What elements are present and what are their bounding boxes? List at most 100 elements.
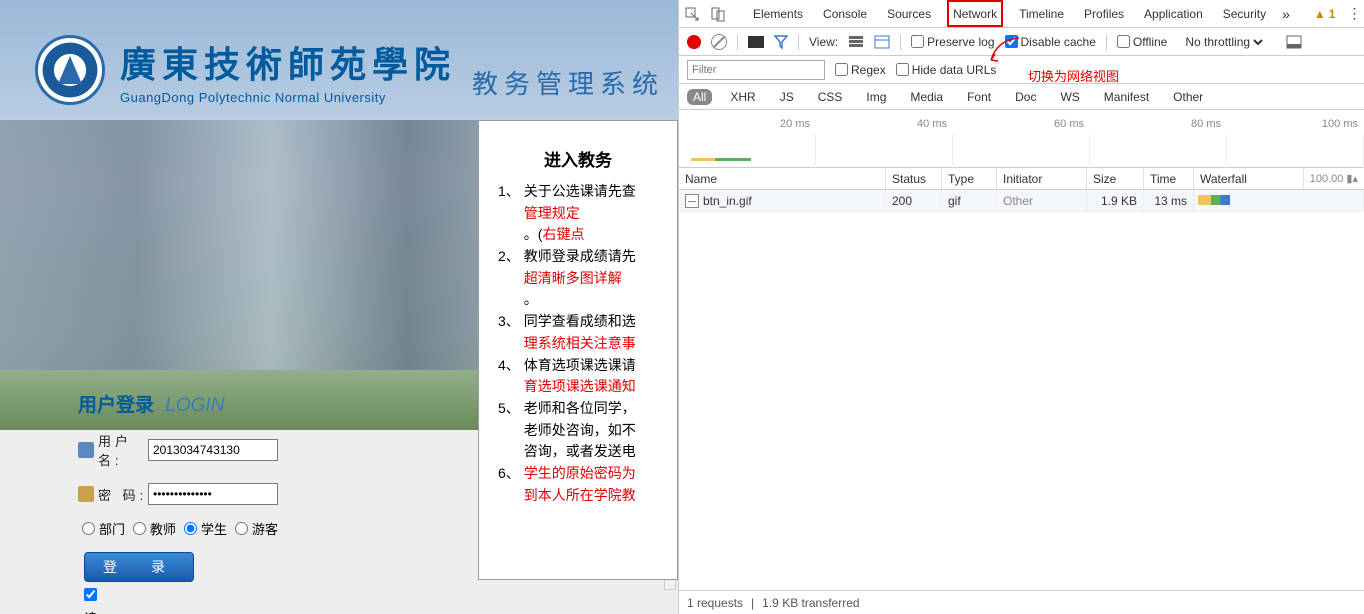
tab-elements[interactable]: Elements: [749, 0, 807, 27]
record-icon[interactable]: [687, 35, 701, 49]
password-label: 密 码:: [98, 485, 148, 504]
device-icon[interactable]: [711, 6, 725, 22]
col-waterfall[interactable]: Waterfall: [1194, 168, 1304, 189]
agree-checkbox[interactable]: [84, 588, 97, 601]
login-title-cn: 用户登录: [78, 395, 154, 416]
role-label: 部门: [99, 519, 125, 538]
hide-urls-checkbox[interactable]: [896, 63, 909, 76]
tab-sources[interactable]: Sources: [883, 0, 935, 27]
type-xhr[interactable]: XHR: [724, 89, 761, 105]
devtools-panel: Elements Console Sources Network Timelin…: [678, 0, 1364, 614]
timeline-bar: [691, 158, 751, 161]
role-radio-student[interactable]: [184, 522, 197, 535]
clear-icon[interactable]: [711, 34, 727, 50]
type-manifest[interactable]: Manifest: [1098, 89, 1155, 105]
col-type[interactable]: Type: [942, 168, 997, 189]
type-doc[interactable]: Doc: [1009, 89, 1042, 105]
type-img[interactable]: Img: [860, 89, 892, 105]
tabs-overflow-icon[interactable]: »: [1282, 6, 1290, 22]
filter-input[interactable]: [687, 60, 825, 80]
overview-icon[interactable]: [874, 34, 890, 50]
tab-console[interactable]: Console: [819, 0, 871, 27]
row-status: 200: [886, 190, 942, 211]
regex-label: Regex: [851, 63, 886, 77]
inspect-icon[interactable]: [685, 6, 699, 22]
role-radio-teacher[interactable]: [133, 522, 146, 535]
status-bar: 1 requests | 1.9 KB transferred: [679, 590, 1364, 614]
tab-profiles[interactable]: Profiles: [1080, 0, 1128, 27]
role-radio-guest[interactable]: [235, 522, 248, 535]
type-ws[interactable]: WS: [1054, 89, 1085, 105]
key-icon: [78, 486, 94, 502]
tab-network[interactable]: Network: [947, 0, 1003, 27]
role-label: 游客: [252, 519, 278, 538]
file-icon: [685, 194, 699, 208]
col-status[interactable]: Status: [886, 168, 942, 189]
devtools-tab-bar: Elements Console Sources Network Timelin…: [679, 0, 1364, 28]
type-media[interactable]: Media: [904, 89, 949, 105]
notice-item: 4、体育选项课选课请育选项课选课通知: [498, 355, 662, 398]
notice-item: 5、老师和各位同学，老师处咨询，如不咨询，或者发送电: [498, 398, 662, 463]
offline-checkbox[interactable]: [1117, 35, 1130, 48]
warning-badge[interactable]: ▲1: [1314, 7, 1336, 21]
notice-list: 1、关于公选课请先查管理规定。(右键点2、教师登录成绩请先超清晰多图详解。3、同…: [494, 181, 662, 506]
login-button[interactable]: 登 录: [84, 552, 194, 582]
notice-item: 3、同学查看成绩和选理系统相关注意事: [498, 311, 662, 354]
password-input[interactable]: [148, 483, 278, 505]
timeline-tick: 40 ms: [816, 118, 953, 167]
row-name: btn_in.gif: [703, 194, 752, 208]
university-badge-icon: [35, 35, 105, 105]
view-label: View:: [809, 35, 838, 49]
status-transferred: 1.9 KB transferred: [762, 596, 859, 610]
role-radio-dept[interactable]: [82, 522, 95, 535]
throttling-select[interactable]: No throttling: [1181, 34, 1266, 50]
tab-security[interactable]: Security: [1219, 0, 1270, 27]
col-size[interactable]: Size: [1087, 168, 1144, 189]
system-title: 教务管理系统: [472, 64, 664, 101]
waterfall-bar: [1198, 195, 1230, 205]
annotation-text: 切换为网络视图: [1028, 66, 1119, 85]
row-type: gif: [942, 190, 997, 211]
warning-count: 1: [1329, 7, 1336, 21]
timeline-overview[interactable]: 20 ms 40 ms 60 ms 80 ms 100 ms: [679, 110, 1364, 168]
type-other[interactable]: Other: [1167, 89, 1209, 105]
tab-application[interactable]: Application: [1140, 0, 1207, 27]
filter-bar: Regex Hide data URLs: [679, 56, 1364, 84]
preserve-log-label: Preserve log: [927, 35, 994, 49]
col-name[interactable]: Name: [679, 168, 886, 189]
col-initiator[interactable]: Initiator: [997, 168, 1087, 189]
large-rows-icon[interactable]: [848, 34, 864, 50]
tab-timeline[interactable]: Timeline: [1015, 0, 1068, 27]
table-row[interactable]: btn_in.gif 200 gif Other 1.9 KB 13 ms: [679, 190, 1364, 212]
row-waterfall: [1194, 190, 1364, 211]
login-panel: 用户登录 LOGIN 用户名: 密 码: 部门 教师 学生 游客 登 录 读: [78, 390, 378, 614]
filter-icon[interactable]: [774, 35, 788, 49]
disable-cache-checkbox[interactable]: [1005, 35, 1018, 48]
notice-item: 6、学生的原始密码为到本人所在学院教: [498, 463, 662, 506]
timeline-tick: 60 ms: [953, 118, 1090, 167]
col-time[interactable]: Time: [1144, 168, 1194, 189]
type-font[interactable]: Font: [961, 89, 997, 105]
notice-item: 2、教师登录成绩请先超清晰多图详解。: [498, 246, 662, 311]
type-all[interactable]: All: [687, 89, 712, 105]
university-name-en: GuangDong Polytechnic Normal University: [120, 90, 456, 105]
type-css[interactable]: CSS: [812, 89, 849, 105]
notice-heading: 进入教务: [494, 146, 662, 171]
role-label: 学生: [201, 519, 227, 538]
username-input[interactable]: [148, 439, 278, 461]
table-header: Name Status Type Initiator Size Time Wat…: [679, 168, 1364, 190]
user-icon: [78, 442, 94, 458]
username-label: 用户名:: [98, 431, 148, 469]
notice-panel: 进入教务 1、关于公选课请先查管理规定。(右键点2、教师登录成绩请先超清晰多图详…: [478, 120, 678, 580]
university-logo-area: 廣東技術師苑學院 GuangDong Polytechnic Normal Un…: [35, 35, 456, 105]
more-icon[interactable]: ⋮: [1347, 5, 1361, 22]
timeline-tick: 80 ms: [1090, 118, 1227, 167]
regex-checkbox[interactable]: [835, 63, 848, 76]
screenshot-icon[interactable]: [748, 36, 764, 48]
university-name-cn: 廣東技術師苑學院: [120, 36, 456, 88]
notice-item: 1、关于公选课请先查管理规定。(右键点: [498, 181, 662, 246]
preserve-log-checkbox[interactable]: [911, 35, 924, 48]
role-radio-group: 部门 教师 学生 游客: [82, 519, 378, 538]
drawer-icon[interactable]: [1286, 34, 1302, 50]
type-js[interactable]: JS: [774, 89, 800, 105]
